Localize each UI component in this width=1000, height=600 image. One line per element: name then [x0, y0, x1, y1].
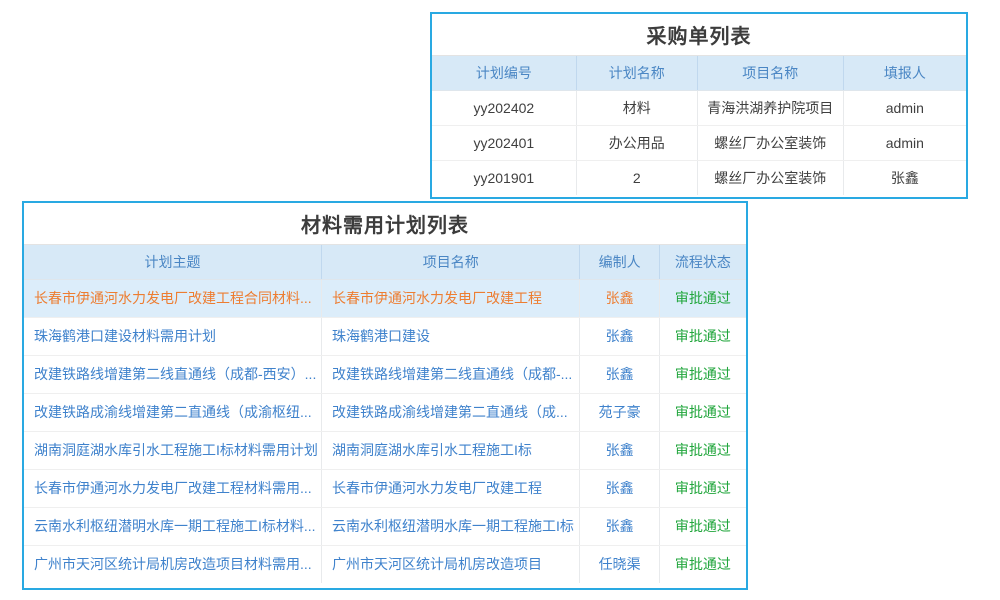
material-table-header: 计划主题项目名称编制人流程状态	[24, 245, 746, 279]
plan-subject-cell: 珠海鹤港口建设材料需用计划	[24, 317, 321, 355]
purchase-table-cell: yy202401	[432, 125, 576, 160]
purchase-table-title: 采购单列表	[432, 14, 966, 56]
material-column-header: 流程状态	[659, 245, 746, 279]
material-table-row[interactable]: 长春市伊通河水力发电厂改建工程合同材料...长春市伊通河水力发电厂改建工程张鑫审…	[24, 279, 746, 317]
material-table-row[interactable]: 珠海鹤港口建设材料需用计划珠海鹤港口建设张鑫审批通过	[24, 317, 746, 355]
purchase-table-cell: 办公用品	[576, 125, 697, 160]
purchase-table-cell: 张鑫	[843, 160, 966, 195]
purchase-table-cell: admin	[843, 125, 966, 160]
compiler-cell: 张鑫	[580, 507, 659, 545]
material-table-row[interactable]: 改建铁路成渝线增建第二直通线（成渝枢纽...改建铁路成渝线增建第二直通线（成..…	[24, 393, 746, 431]
compiler-cell: 张鑫	[580, 355, 659, 393]
project-name-cell: 珠海鹤港口建设	[321, 317, 579, 355]
project-name-cell: 改建铁路成渝线增建第二直通线（成...	[321, 393, 579, 431]
project-name-cell: 长春市伊通河水力发电厂改建工程	[321, 469, 579, 507]
project-name-cell: 云南水利枢纽潜明水库一期工程施工I标	[321, 507, 579, 545]
plan-subject-cell: 改建铁路线增建第二线直通线（成都-西安）...	[24, 355, 321, 393]
project-name-cell: 湖南洞庭湖水库引水工程施工I标	[321, 431, 579, 469]
material-table: 计划主题项目名称编制人流程状态 长春市伊通河水力发电厂改建工程合同材料...长春…	[24, 245, 746, 583]
status-cell: 审批通过	[659, 393, 746, 431]
purchase-table-cell: 螺丝厂办公室装饰	[697, 125, 843, 160]
material-table-row[interactable]: 长春市伊通河水力发电厂改建工程材料需用...长春市伊通河水力发电厂改建工程张鑫审…	[24, 469, 746, 507]
purchase-table-cell: 材料	[576, 90, 697, 125]
material-table-row[interactable]: 广州市天河区统计局机房改造项目材料需用...广州市天河区统计局机房改造项目任晓渠…	[24, 545, 746, 583]
project-name-cell: 长春市伊通河水力发电厂改建工程	[321, 279, 579, 317]
purchase-column-header: 填报人	[843, 56, 966, 90]
compiler-cell: 苑子豪	[580, 393, 659, 431]
compiler-cell: 张鑫	[580, 317, 659, 355]
plan-subject-cell: 改建铁路成渝线增建第二直通线（成渝枢纽...	[24, 393, 321, 431]
plan-subject-cell: 长春市伊通河水力发电厂改建工程材料需用...	[24, 469, 321, 507]
purchase-table-cell: 2	[576, 160, 697, 195]
status-cell: 审批通过	[659, 431, 746, 469]
purchase-column-header: 计划名称	[576, 56, 697, 90]
compiler-cell: 任晓渠	[580, 545, 659, 583]
project-name-cell: 改建铁路线增建第二线直通线（成都-...	[321, 355, 579, 393]
plan-subject-cell: 云南水利枢纽潜明水库一期工程施工I标材料...	[24, 507, 321, 545]
material-table-title: 材料需用计划列表	[24, 203, 746, 245]
material-plan-list-card: 材料需用计划列表 计划主题项目名称编制人流程状态 长春市伊通河水力发电厂改建工程…	[22, 201, 748, 590]
compiler-cell: 张鑫	[580, 279, 659, 317]
status-cell: 审批通过	[659, 355, 746, 393]
purchase-table-row[interactable]: yy2019012螺丝厂办公室装饰张鑫	[432, 160, 966, 195]
material-column-header: 计划主题	[24, 245, 321, 279]
purchase-table-cell: 青海洪湖养护院项目	[697, 90, 843, 125]
status-cell: 审批通过	[659, 317, 746, 355]
purchase-column-header: 项目名称	[697, 56, 843, 90]
status-cell: 审批通过	[659, 545, 746, 583]
plan-subject-cell: 湖南洞庭湖水库引水工程施工I标材料需用计划	[24, 431, 321, 469]
status-cell: 审批通过	[659, 469, 746, 507]
material-table-row[interactable]: 湖南洞庭湖水库引水工程施工I标材料需用计划湖南洞庭湖水库引水工程施工I标张鑫审批…	[24, 431, 746, 469]
material-table-row[interactable]: 云南水利枢纽潜明水库一期工程施工I标材料...云南水利枢纽潜明水库一期工程施工I…	[24, 507, 746, 545]
material-column-header: 项目名称	[321, 245, 579, 279]
project-name-cell: 广州市天河区统计局机房改造项目	[321, 545, 579, 583]
purchase-table-row[interactable]: yy202401办公用品螺丝厂办公室装饰admin	[432, 125, 966, 160]
plan-subject-cell: 广州市天河区统计局机房改造项目材料需用...	[24, 545, 321, 583]
purchase-table-cell: yy202402	[432, 90, 576, 125]
purchase-table-cell: 螺丝厂办公室装饰	[697, 160, 843, 195]
purchase-table-cell: yy201901	[432, 160, 576, 195]
status-cell: 审批通过	[659, 507, 746, 545]
purchase-table-row[interactable]: yy202402材料青海洪湖养护院项目admin	[432, 90, 966, 125]
purchase-order-list-card: 采购单列表 计划编号计划名称项目名称填报人 yy202402材料青海洪湖养护院项…	[430, 12, 968, 199]
purchase-column-header: 计划编号	[432, 56, 576, 90]
plan-subject-cell: 长春市伊通河水力发电厂改建工程合同材料...	[24, 279, 321, 317]
material-table-row[interactable]: 改建铁路线增建第二线直通线（成都-西安）...改建铁路线增建第二线直通线（成都-…	[24, 355, 746, 393]
compiler-cell: 张鑫	[580, 469, 659, 507]
purchase-table-header: 计划编号计划名称项目名称填报人	[432, 56, 966, 90]
status-cell: 审批通过	[659, 279, 746, 317]
purchase-table: 计划编号计划名称项目名称填报人 yy202402材料青海洪湖养护院项目admin…	[432, 56, 966, 195]
compiler-cell: 张鑫	[580, 431, 659, 469]
material-column-header: 编制人	[580, 245, 659, 279]
page-canvas: 采购单列表 计划编号计划名称项目名称填报人 yy202402材料青海洪湖养护院项…	[0, 0, 1000, 600]
purchase-table-cell: admin	[843, 90, 966, 125]
